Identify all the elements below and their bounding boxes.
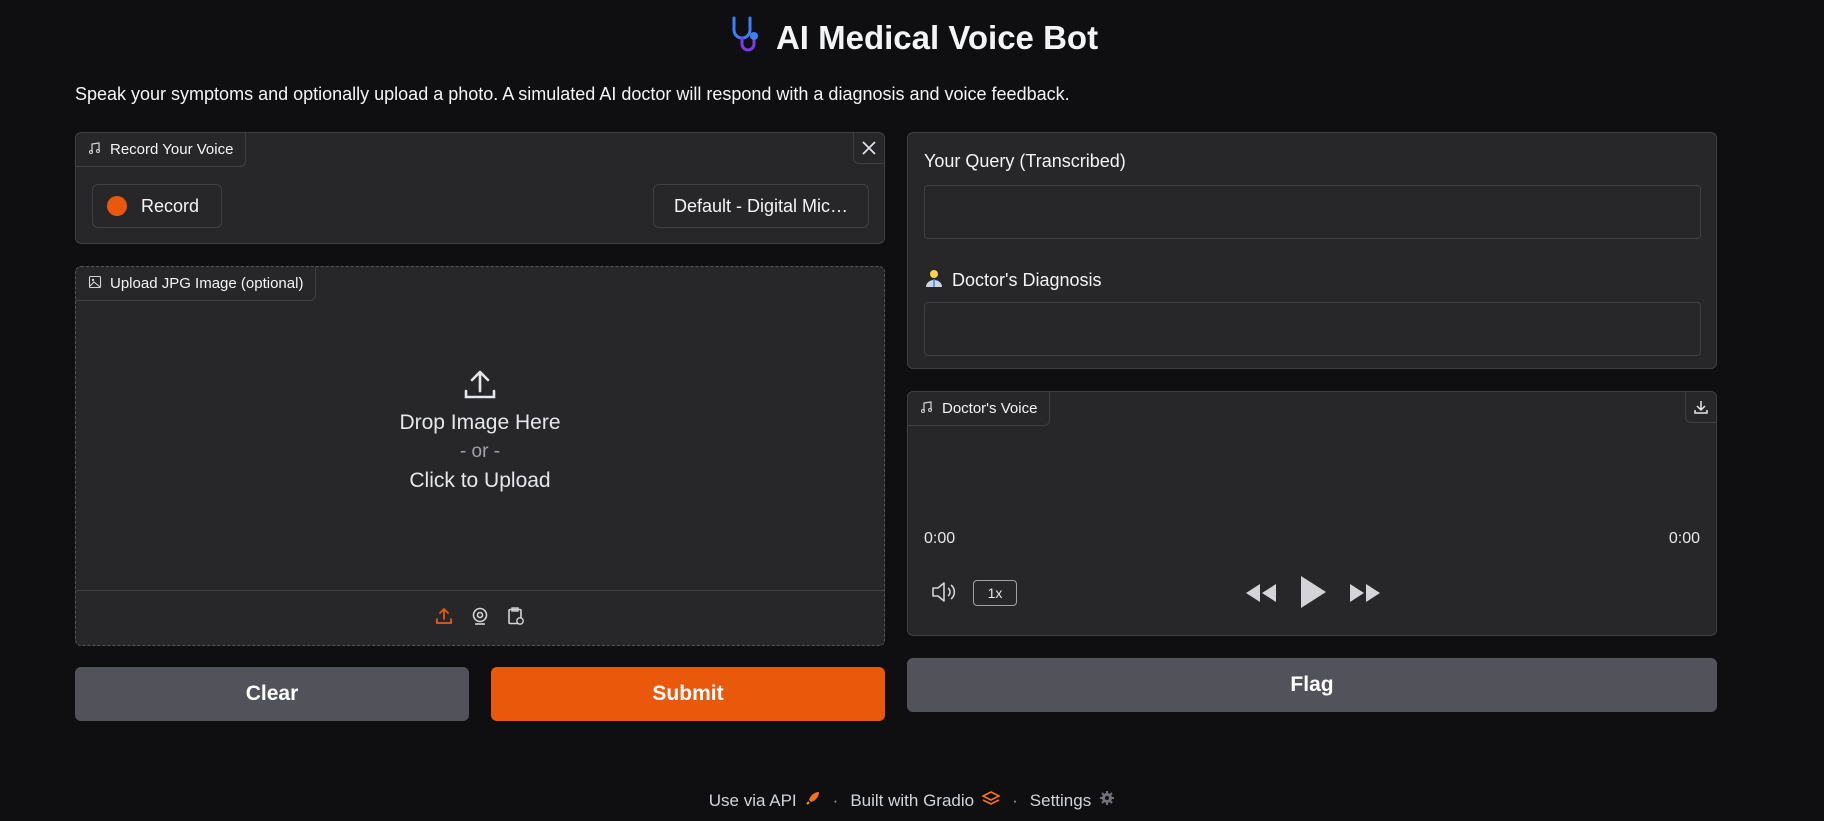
- upload-image-tag: Upload JPG Image (optional): [76, 267, 317, 301]
- rocket-icon: [805, 790, 821, 811]
- output-panel: Your Query (Transcribed) Doctor's Diagno…: [907, 132, 1717, 369]
- clear-button[interactable]: Clear: [75, 667, 469, 721]
- image-icon: [88, 275, 102, 293]
- webcam-icon[interactable]: [470, 606, 490, 631]
- diagnosis-textbox[interactable]: [924, 302, 1701, 356]
- doctor-voice-panel: Doctor's Voice 0:00 0:00 1x: [907, 391, 1717, 636]
- stethoscope-icon: [726, 14, 766, 62]
- doctor-voice-tag: Doctor's Voice: [908, 392, 1051, 426]
- upload-arrow-icon: [76, 367, 884, 409]
- record-label: Record: [141, 195, 200, 216]
- footer: Use via API · Built with Gradio · Settin…: [0, 790, 1824, 811]
- or-text: - or -: [459, 441, 501, 462]
- upload-image-label: Upload JPG Image (optional): [110, 275, 304, 292]
- mic-device-select[interactable]: Default - Digital Mic…: [653, 184, 869, 228]
- record-voice-panel: Record Your Voice Record Default - Digit…: [75, 132, 885, 244]
- diagnosis-label-row: Doctor's Diagnosis: [924, 268, 1102, 293]
- click-to-upload-text: Click to Upload: [409, 469, 551, 492]
- record-voice-tag: Record Your Voice: [76, 133, 247, 167]
- doctor-icon: [924, 268, 944, 293]
- upload-source-bar: [76, 590, 884, 645]
- doctor-voice-label: Doctor's Voice: [942, 400, 1038, 417]
- download-icon[interactable]: [1685, 392, 1716, 423]
- separator-dot: ·: [1012, 790, 1018, 810]
- query-textbox[interactable]: [924, 185, 1701, 239]
- drop-image-text: Drop Image Here: [399, 411, 561, 434]
- record-voice-label: Record Your Voice: [110, 141, 234, 158]
- query-label: Your Query (Transcribed): [924, 151, 1126, 171]
- gradio-logo-icon: [981, 790, 1001, 811]
- fast-forward-icon[interactable]: [1348, 582, 1382, 609]
- upload-dropzone[interactable]: Drop Image Here - or - Click to Upload: [76, 367, 884, 493]
- page-title: AI Medical Voice Bot: [775, 19, 1099, 56]
- record-dot-icon: [107, 196, 127, 216]
- music-note-icon: [88, 141, 102, 159]
- use-via-api-link[interactable]: Use via API: [709, 791, 797, 811]
- mic-device-label: Default - Digital Mic…: [673, 195, 849, 216]
- clipboard-icon[interactable]: [506, 606, 526, 631]
- play-icon[interactable]: [1298, 574, 1328, 615]
- diagnosis-label: Doctor's Diagnosis: [952, 270, 1102, 290]
- separator-dot: ·: [832, 790, 839, 810]
- upload-image-panel[interactable]: Upload JPG Image (optional) Drop Image H…: [75, 266, 885, 646]
- close-icon[interactable]: [853, 133, 884, 164]
- upload-source-icon[interactable]: [434, 606, 454, 631]
- flag-button[interactable]: Flag: [907, 658, 1717, 712]
- submit-button[interactable]: Submit: [491, 667, 885, 721]
- app-title: AI Medical Voice Bot: [0, 14, 1824, 62]
- rewind-icon[interactable]: [1244, 582, 1278, 609]
- music-note-icon: [920, 400, 934, 418]
- volume-icon[interactable]: [930, 580, 958, 609]
- page-subtitle: Speak your symptoms and optionally uploa…: [75, 84, 1070, 104]
- playback-speed-button[interactable]: 1x: [973, 580, 1017, 606]
- duration-time: 0:00: [1668, 530, 1700, 547]
- built-with-gradio-link[interactable]: Built with Gradio: [850, 791, 974, 811]
- current-time: 0:00: [924, 530, 956, 547]
- settings-link[interactable]: Settings: [1030, 791, 1091, 811]
- gear-icon[interactable]: [1099, 790, 1115, 811]
- record-button[interactable]: Record: [92, 184, 222, 228]
